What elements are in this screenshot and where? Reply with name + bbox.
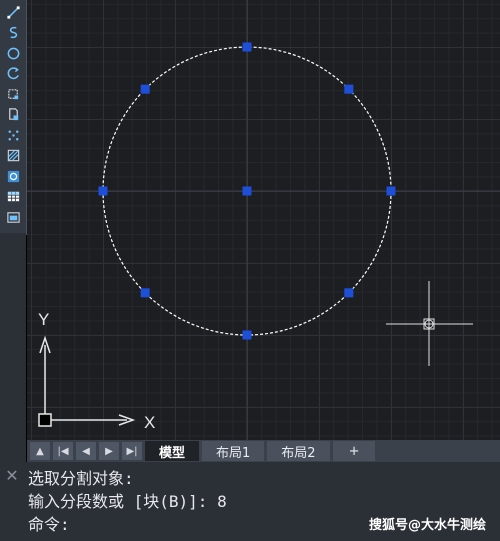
drawing-canvas[interactable]: Y X (27, 0, 500, 440)
draw-toolbar (0, 0, 27, 235)
circle-icon[interactable] (2, 43, 24, 64)
block-icon[interactable] (2, 105, 24, 126)
watermark-text: 搜狐号@大水牛测绘 (368, 518, 486, 533)
point-icon[interactable] (2, 125, 24, 146)
tab-next-button[interactable]: ▶ (99, 442, 119, 460)
center-grip[interactable] (242, 186, 252, 196)
tab-scroll-up-button[interactable]: ▲ (30, 442, 50, 460)
layout-tab-bar: ▲ |◀ ◀ ▶ ▶| 模型 布局1 布局2 + (27, 440, 500, 462)
command-prompt[interactable]: 命令: (28, 513, 227, 536)
region-icon[interactable] (2, 84, 24, 105)
divide-point-grip[interactable] (344, 84, 354, 94)
divide-point-grip[interactable] (140, 288, 150, 298)
table-icon[interactable] (2, 187, 24, 208)
command-line: 输入分段数或 [块(B)]: 8 (28, 492, 227, 511)
line-icon[interactable] (2, 2, 24, 23)
arc-icon[interactable] (2, 64, 24, 85)
tab-layout1[interactable]: 布局1 (202, 441, 265, 461)
spline-icon[interactable] (2, 23, 24, 44)
divide-point-grip[interactable] (344, 288, 354, 298)
command-line: 选取分割对象: (28, 469, 134, 488)
tab-prev-button[interactable]: ◀ (76, 442, 96, 460)
close-icon[interactable]: ✕ (4, 468, 20, 484)
divide-point-grip[interactable] (386, 186, 396, 196)
divide-point-grip[interactable] (98, 186, 108, 196)
divide-point-grip[interactable] (242, 330, 252, 340)
command-window: ✕ 选取分割对象: 输入分段数或 [块(B)]: 8 命令: 搜狐号@大水牛测绘 (0, 462, 500, 541)
tab-layout2[interactable]: 布局2 (267, 441, 330, 461)
hatch-icon[interactable] (2, 146, 24, 167)
tab-first-button[interactable]: |◀ (53, 442, 73, 460)
tab-last-button[interactable]: ▶| (122, 442, 142, 460)
divide-point-grip[interactable] (242, 42, 252, 52)
tab-add-button[interactable]: + (332, 441, 376, 461)
ucs-x-label: X (144, 413, 155, 432)
toolbar-panel-background (0, 233, 26, 465)
ucs-y-label: Y (38, 310, 49, 329)
insert-image-icon[interactable] (2, 207, 24, 228)
tab-model[interactable]: 模型 (145, 441, 200, 461)
boundary-icon[interactable] (2, 166, 24, 187)
divide-point-grip[interactable] (140, 84, 150, 94)
drawing-area: Y X (27, 0, 500, 440)
crosshair-cursor (386, 281, 473, 366)
command-history: 选取分割对象: 输入分段数或 [块(B)]: 8 命令: (28, 467, 227, 536)
ucs-icon (38, 335, 136, 427)
